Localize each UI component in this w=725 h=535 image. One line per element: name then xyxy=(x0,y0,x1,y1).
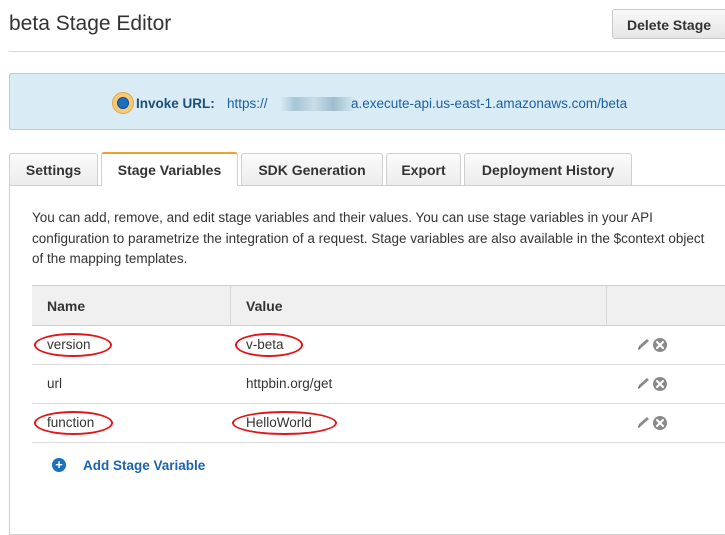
pencil-icon[interactable] xyxy=(638,378,649,389)
remove-icon[interactable] xyxy=(653,338,667,352)
column-header-name: Name xyxy=(47,298,86,314)
redacted-url-segment xyxy=(280,97,356,111)
column-header-value: Value xyxy=(246,298,283,314)
invoke-url-label: Invoke URL: xyxy=(136,96,215,111)
stage-variables-table: Name Value version v-beta url httpbin.or… xyxy=(32,285,725,443)
tab-sdk-generation[interactable]: SDK Generation xyxy=(241,153,383,185)
table-row: version v-beta xyxy=(32,326,725,365)
remove-icon[interactable] xyxy=(653,416,667,430)
variable-value: httpbin.org/get xyxy=(246,376,333,391)
table-row: url httpbin.org/get xyxy=(32,365,725,404)
annotation-oval xyxy=(34,411,113,435)
radio-dot-icon xyxy=(117,97,129,109)
pencil-icon[interactable] xyxy=(638,339,649,350)
invoke-url-start[interactable]: https:// xyxy=(227,96,268,111)
add-stage-variable-label[interactable]: Add Stage Variable xyxy=(83,458,205,473)
remove-icon[interactable] xyxy=(653,377,667,391)
column-divider xyxy=(230,286,231,325)
title-divider xyxy=(9,51,725,52)
row-actions xyxy=(635,337,671,353)
page-title: beta Stage Editor xyxy=(9,12,172,35)
pencil-icon[interactable] xyxy=(638,417,649,428)
tab-deployment-history[interactable]: Deployment History xyxy=(464,153,632,185)
stage-variables-description: You can add, remove, and edit stage vari… xyxy=(32,210,705,266)
annotation-oval xyxy=(235,333,303,357)
column-divider xyxy=(606,286,607,325)
variable-name: url xyxy=(47,376,63,391)
tab-settings[interactable]: Settings xyxy=(9,153,98,185)
table-row: function HelloWorld xyxy=(32,404,725,443)
tab-stage-variables[interactable]: Stage Variables xyxy=(101,152,238,186)
annotation-oval xyxy=(34,333,112,357)
annotation-oval xyxy=(232,411,337,435)
row-actions xyxy=(635,415,671,431)
invoke-url-end[interactable]: a.execute-api.us-east-1.amazonaws.com/be… xyxy=(351,96,627,111)
delete-stage-button[interactable]: Delete Stage xyxy=(612,9,725,39)
tab-export[interactable]: Export xyxy=(386,153,461,185)
plus-circle-icon[interactable]: + xyxy=(52,458,66,472)
row-actions xyxy=(635,376,671,392)
table-header-row: Name Value xyxy=(32,286,725,326)
